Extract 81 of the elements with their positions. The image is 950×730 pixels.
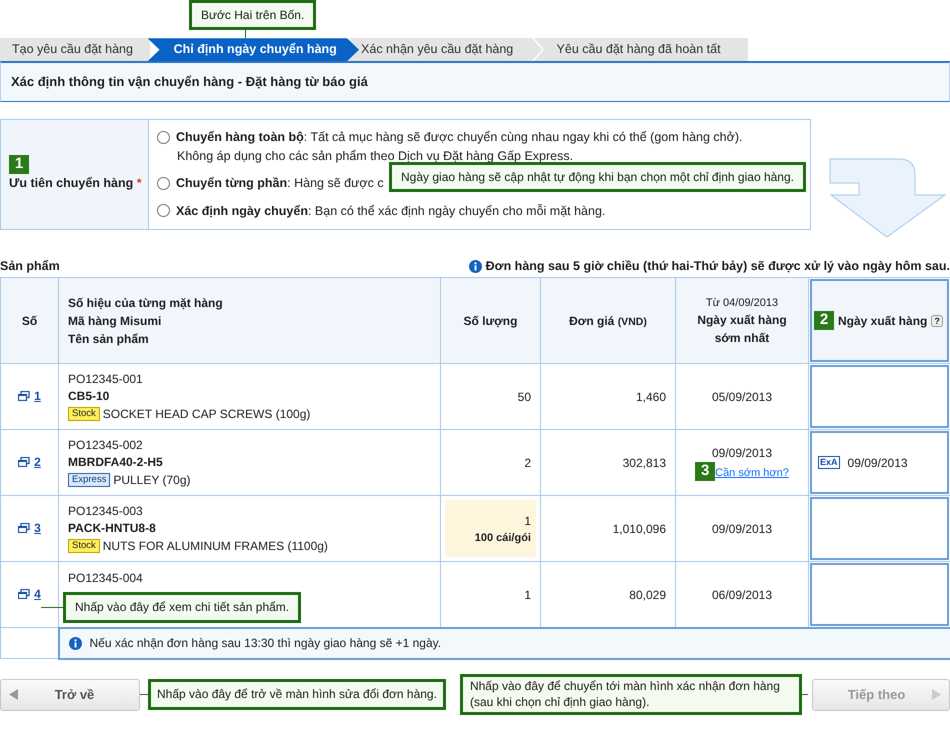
stock-tag: Stock <box>68 407 100 422</box>
step-number: 3 <box>695 462 716 482</box>
left-arrow-icon <box>9 689 18 700</box>
window-icon <box>18 589 30 600</box>
callout: Nhấp vào đây để chuyển tới màn hình xác nhận đơn hàng (sau khi chọn chỉ định giao hàng). <box>460 674 802 716</box>
item-code: MBRDFA40-2-H5 <box>68 454 163 472</box>
item-link[interactable]: 4 <box>18 585 41 604</box>
panel-title: Xác định thông tin vận chuyển hàng - Đặt hàng từ báo giá <box>0 61 950 102</box>
item-link[interactable]: 3 <box>18 519 41 538</box>
date-from: Từ 04/09/2013 <box>704 296 780 311</box>
preference-label: Ưu tiên chuyển hàng * <box>9 175 143 192</box>
window-icon <box>18 523 30 534</box>
callout: Nhấp vào đây để xem chi tiết sản phẩm. <box>63 592 302 623</box>
stock-tag: Express <box>68 473 110 488</box>
leader-line <box>41 607 63 608</box>
table-cell-text: 09/09/2013 <box>710 445 774 462</box>
column-header: Đơn giá (VND) <box>569 314 647 328</box>
option-text: Chuyển hàng toàn bộ: Tất cả mục hàng sẽ được chuyển cùng nhau ngay khi có thể (gom hàng chở). <box>176 129 742 146</box>
progress-step: Tạo yêu cầu đặt hàng <box>0 38 150 62</box>
radio-button[interactable] <box>157 204 170 218</box>
po-number: PO12345-003 <box>68 502 143 520</box>
required-mark: * <box>136 176 142 190</box>
stock-tag: Stock <box>68 539 100 554</box>
po-number: PO12345-004 <box>68 570 143 588</box>
notice-text: Đơn hàng sau 5 giờ chiều (thứ hai-Thứ bảy) sẽ được xử lý vào ngày hôm sau. <box>486 258 950 275</box>
info-icon <box>68 636 82 650</box>
window-icon <box>18 391 30 402</box>
product-name: SOCKET HEAD CAP SCREWS (100g) <box>102 406 310 423</box>
po-number: PO12345-002 <box>68 436 143 454</box>
po-number: PO12345-001 <box>68 370 143 388</box>
table-cell-text: 06/09/2013 <box>710 586 774 604</box>
step-number: 2 <box>814 311 834 330</box>
callout: Ngày giao hàng sẽ cập nhật tự động khi bạn chọn một chỉ định giao hàng. <box>389 162 806 192</box>
leader-line <box>802 694 808 696</box>
table-cell: 1,460 <box>636 390 666 404</box>
table-cell: 302,813 <box>622 456 666 470</box>
option-text: Xác định ngày chuyển: Bạn có thể xác định ngày chuyển cho mỗi mặt hàng. <box>176 202 606 220</box>
help-icon[interactable]: ? <box>931 314 943 327</box>
column-header: Ngày xuất hàng sớm nhất <box>696 312 788 348</box>
column-header: Số hiệu của từng mặt hàng <box>68 294 223 312</box>
column-header: Tên sản phẩm <box>68 330 149 348</box>
callout: Nhấp vào đây để trở về màn hình sửa đổi đơn hàng. <box>148 679 446 710</box>
column-header: Mã hàng Misumi <box>68 312 162 330</box>
progress-step: Xác nhận yêu cầu đặt hàng <box>349 38 531 62</box>
column-header: Số <box>0 278 58 364</box>
section-title: Sản phẩm <box>0 258 60 275</box>
window-icon <box>18 457 30 468</box>
item-link[interactable]: 2 <box>18 453 41 472</box>
leader-line <box>245 30 246 38</box>
item-link[interactable]: 1 <box>18 387 41 406</box>
table-cell-text: 09/09/2013 <box>710 520 774 538</box>
option-text: Chuyển từng phần: Hàng sẽ được c <box>176 175 384 192</box>
product-name: PULLEY (70g) <box>113 472 190 489</box>
table-cell-text: 05/09/2013 <box>710 388 774 406</box>
express-mark: ExA <box>818 456 840 470</box>
progress-step: Yêu cầu đặt hàng đã hoàn tất <box>544 38 748 62</box>
progress-step: Chỉ định ngày chuyển hàng <box>148 38 360 62</box>
column-header: Ngày xuất hàng <box>838 312 928 330</box>
back-button[interactable]: Trở về <box>0 678 140 711</box>
leader-line <box>140 694 148 696</box>
step-number: 1 <box>9 155 29 174</box>
item-code: PACK-HNTU8-8 <box>68 520 156 538</box>
earlier-link[interactable]: Cần sớm hơn? <box>715 464 789 482</box>
table-cell: 80,029 <box>629 588 666 602</box>
step-callout: Bước Hai trên Bốn. <box>189 0 316 30</box>
pack-size: 100 cái/gói <box>474 530 531 546</box>
table-cell-text: 1 <box>523 512 531 530</box>
table-cell-text: 50 <box>516 388 531 406</box>
table-cell-text: 1 <box>523 586 531 604</box>
product-name: NUTS FOR ALUMINUM FRAMES (1100g) <box>102 538 328 555</box>
footnote-text: Nếu xác nhận đơn hàng sau 13:30 thì ngày giao hàng sẽ +1 ngày. <box>90 635 442 652</box>
right-arrow-icon <box>932 689 941 700</box>
column-header: Số lượng <box>440 278 540 364</box>
radio-button[interactable] <box>157 177 170 190</box>
table-cell-text: 09/09/2013 <box>848 454 908 472</box>
info-icon <box>468 260 482 273</box>
unit-label: (VND) <box>618 316 647 328</box>
item-code: CB5-10 <box>68 388 110 406</box>
table-cell-text: 2 <box>523 454 531 472</box>
radio-button[interactable] <box>157 130 170 144</box>
table-cell: 1,010,096 <box>612 522 666 536</box>
